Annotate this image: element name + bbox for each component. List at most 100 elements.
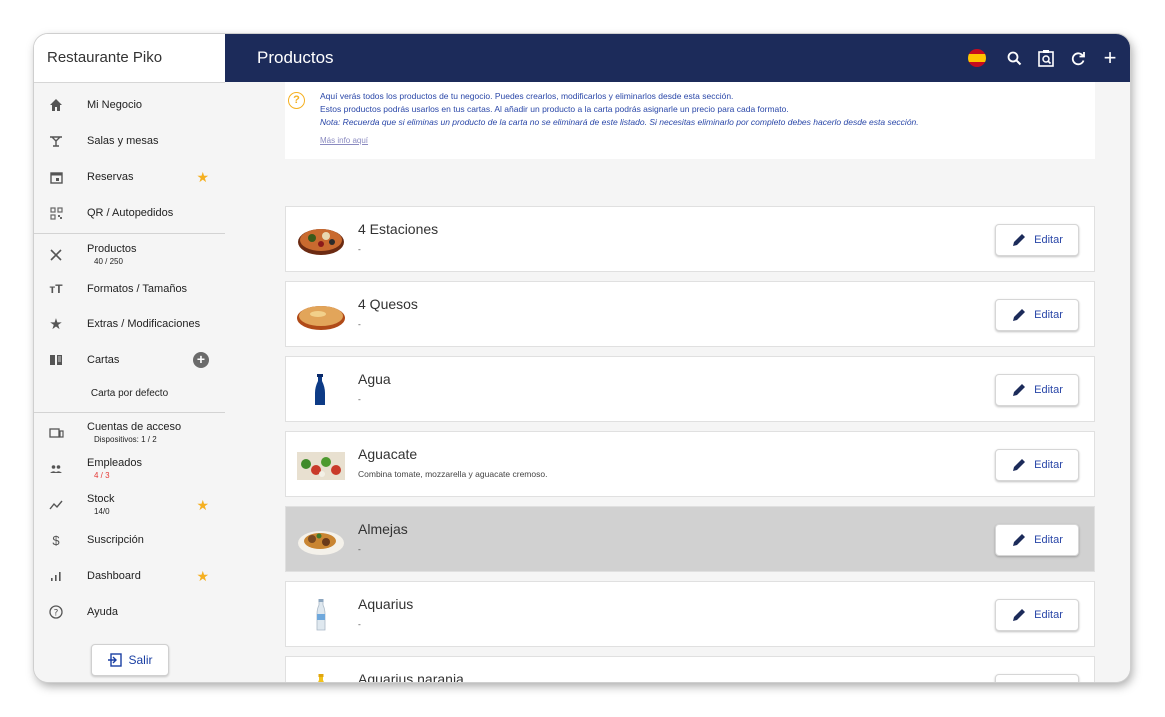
table-icon bbox=[46, 131, 66, 151]
product-image-salad bbox=[296, 446, 346, 484]
product-description: - bbox=[358, 319, 361, 329]
sidebar-item-label: Productos bbox=[87, 242, 137, 255]
edit-button[interactable]: Editar bbox=[995, 299, 1079, 331]
logout-label: Salir bbox=[128, 653, 153, 667]
trend-icon bbox=[46, 495, 66, 515]
product-image-drink-bottle bbox=[296, 596, 346, 634]
search-icon[interactable] bbox=[1000, 44, 1028, 72]
bar-chart-icon bbox=[46, 566, 66, 586]
refresh-icon[interactable] bbox=[1064, 44, 1092, 72]
info-text-2: Estos productos podrás usarlos en tus ca… bbox=[320, 104, 789, 114]
product-description: Combina tomate, mozzarella y aguacate cr… bbox=[358, 469, 548, 479]
pencil-icon bbox=[1013, 309, 1026, 321]
sidebar-item-formatos[interactable]: тT Formatos / Tamaños bbox=[34, 271, 225, 307]
sidebar-item-extras[interactable]: ★ Extras / Modificaciones bbox=[34, 306, 225, 342]
sidebar-item-productos[interactable]: Productos 40 / 250 bbox=[34, 237, 225, 273]
product-name: 4 Quesos bbox=[358, 296, 418, 312]
logout-icon bbox=[107, 653, 123, 667]
add-carta-icon[interactable]: + bbox=[193, 352, 209, 368]
star-icon: ★ bbox=[49, 316, 63, 333]
star-icon: ★ bbox=[196, 496, 209, 513]
product-row[interactable]: Aquarius - Editar bbox=[285, 581, 1095, 647]
main-content: ? Aquí verás todos los productos de tu n… bbox=[225, 82, 1130, 682]
sidebar-divider bbox=[34, 412, 225, 413]
text-size-icon: тT bbox=[49, 282, 63, 296]
brand-name: Restaurante Piko bbox=[34, 34, 225, 83]
sidebar-item-cuentas[interactable]: Cuentas de acceso Dispositivos: 1 / 2 bbox=[34, 415, 225, 451]
stock-count: 14/0 bbox=[94, 506, 110, 516]
info-panel: ? Aquí verás todos los productos de tu n… bbox=[285, 82, 1095, 159]
sidebar-item-label: Empleados bbox=[87, 456, 143, 469]
product-description: - bbox=[358, 244, 361, 254]
product-name: Aguacate bbox=[358, 446, 418, 462]
top-bar: Productos + bbox=[225, 34, 1130, 82]
sidebar-item-dashboard[interactable]: Dashboard ★ bbox=[34, 558, 225, 594]
product-row[interactable]: Aquarius naranja - Editar bbox=[285, 656, 1095, 682]
product-image-pizza bbox=[296, 221, 346, 259]
sidebar-item-reservas[interactable]: Reservas ★ bbox=[34, 159, 225, 195]
info-note: Nota: Recuerda que si eliminas un produc… bbox=[320, 117, 919, 127]
product-description: - bbox=[358, 394, 361, 404]
product-description: - bbox=[358, 619, 361, 629]
page-title: Productos bbox=[257, 48, 334, 67]
app-window: Restaurante Piko Mi Negocio Salas y mesa… bbox=[34, 34, 1130, 682]
product-row[interactable]: Almejas - Editar bbox=[285, 506, 1095, 572]
product-name: Almejas bbox=[358, 521, 408, 537]
info-text-1: Aquí verás todos los productos de tu neg… bbox=[320, 91, 734, 101]
product-name: Agua bbox=[358, 371, 391, 387]
pencil-icon bbox=[1013, 384, 1026, 396]
edit-button[interactable]: Editar bbox=[995, 599, 1079, 631]
product-image-water-bottle bbox=[296, 371, 346, 409]
products-count: 40 / 250 bbox=[94, 256, 123, 266]
home-icon bbox=[46, 95, 66, 115]
product-name: 4 Estaciones bbox=[358, 221, 439, 237]
calendar-icon bbox=[46, 167, 66, 187]
sidebar-item-carta-default[interactable]: Carta por defecto bbox=[34, 388, 225, 399]
edit-button[interactable]: Editar bbox=[995, 674, 1079, 682]
product-name: Aquarius naranja bbox=[358, 671, 464, 682]
sidebar-item-cartas[interactable]: Cartas + bbox=[34, 342, 225, 378]
more-info-link[interactable]: Más info aquí bbox=[320, 136, 368, 145]
clipboard-search-icon[interactable] bbox=[1032, 44, 1060, 72]
sidebar-item-salas-mesas[interactable]: Salas y mesas bbox=[34, 123, 225, 159]
book-icon bbox=[46, 350, 66, 370]
logout-button[interactable]: Salir bbox=[91, 644, 169, 676]
add-icon[interactable]: + bbox=[1096, 44, 1124, 72]
sidebar-item-qr[interactable]: QR / Autopedidos bbox=[34, 195, 225, 231]
sidebar-item-stock[interactable]: Stock 14/0 ★ bbox=[34, 487, 225, 523]
pencil-icon bbox=[1013, 459, 1026, 471]
product-row[interactable]: 4 Estaciones - Editar bbox=[285, 206, 1095, 272]
product-description: - bbox=[358, 544, 361, 554]
employees-count: 4 / 3 bbox=[94, 470, 110, 480]
sidebar-item-label: Cuentas de acceso bbox=[87, 420, 182, 433]
sidebar-item-ayuda[interactable]: ? Ayuda bbox=[34, 594, 225, 630]
product-image-clams bbox=[296, 521, 346, 559]
pencil-icon bbox=[1013, 234, 1026, 246]
star-icon: ★ bbox=[196, 567, 209, 584]
edit-button[interactable]: Editar bbox=[995, 224, 1079, 256]
sidebar-item-suscripcion[interactable]: $ Suscripción bbox=[34, 522, 225, 558]
devices-count: Dispositivos: 1 / 2 bbox=[94, 434, 157, 444]
product-row[interactable]: Agua - Editar bbox=[285, 356, 1095, 422]
product-image-orange-bottle bbox=[296, 671, 346, 682]
qr-icon bbox=[46, 203, 66, 223]
sidebar-item-empleados[interactable]: Empleados 4 / 3 bbox=[34, 451, 225, 487]
people-icon bbox=[46, 459, 66, 479]
sidebar-item-mi-negocio[interactable]: Mi Negocio bbox=[34, 87, 225, 123]
product-image-pizza-cheese bbox=[296, 296, 346, 334]
help-icon: ? bbox=[46, 602, 66, 622]
sidebar: Restaurante Piko Mi Negocio Salas y mesa… bbox=[34, 34, 226, 682]
sidebar-divider bbox=[34, 233, 225, 234]
spain-flag-icon[interactable] bbox=[968, 49, 986, 67]
edit-button[interactable]: Editar bbox=[995, 449, 1079, 481]
utensils-icon bbox=[46, 245, 66, 265]
product-name: Aquarius bbox=[358, 596, 414, 612]
edit-button[interactable]: Editar bbox=[995, 374, 1079, 406]
product-row[interactable]: Aguacate Combina tomate, mozzarella y ag… bbox=[285, 431, 1095, 497]
help-icon: ? bbox=[288, 92, 305, 109]
product-row[interactable]: 4 Quesos - Editar bbox=[285, 281, 1095, 347]
pencil-icon bbox=[1013, 534, 1026, 546]
edit-button[interactable]: Editar bbox=[995, 524, 1079, 556]
pencil-icon bbox=[1013, 609, 1026, 621]
sidebar-item-label: Stock bbox=[87, 492, 115, 505]
